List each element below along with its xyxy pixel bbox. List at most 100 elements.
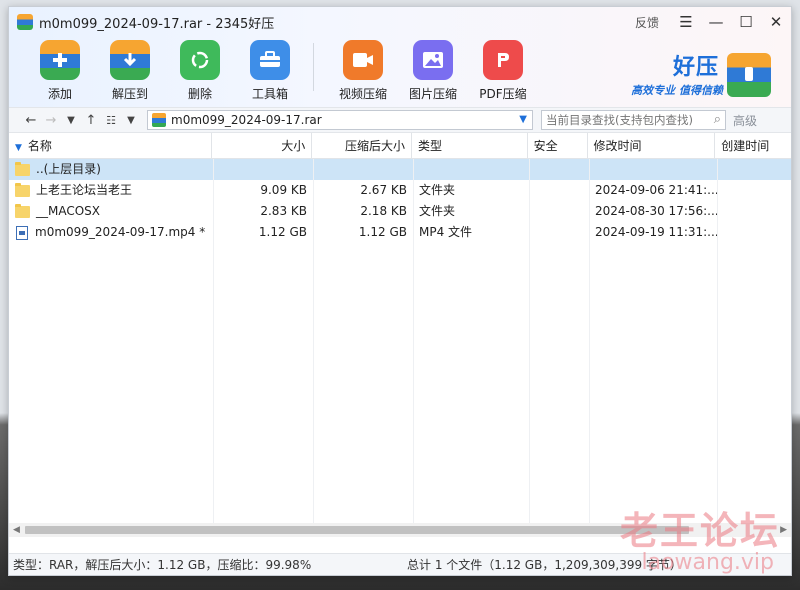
path-field[interactable]: m0m099_2024-09-17.rar ▼ xyxy=(147,110,533,130)
path-text: m0m099_2024-09-17.rar xyxy=(171,113,322,127)
scrollbar-thumb[interactable] xyxy=(25,526,689,534)
type-cell xyxy=(413,159,529,180)
file-name: ..(上层目录) xyxy=(36,162,101,176)
column-size[interactable]: 大小 xyxy=(212,132,313,159)
menu-icon[interactable]: ☰ xyxy=(671,7,701,37)
tools-label: 工具箱 xyxy=(251,87,288,101)
list-item[interactable]: m0m099_2024-09-17.mp4 * 1.12 GB 1.12 GB … xyxy=(9,222,791,243)
total-info: 总计 1 个文件（1.12 GB，1,209,309,399 字节） xyxy=(407,558,682,572)
column-packed-size[interactable]: 压缩后大小 xyxy=(312,132,412,159)
horizontal-scrollbar[interactable]: ◀ ▶ xyxy=(9,523,791,537)
feedback-link[interactable]: 反馈 xyxy=(635,14,659,31)
column-name[interactable]: ▼ 名称 xyxy=(9,132,213,159)
name-cell: 上老王论坛当老王 xyxy=(9,180,213,201)
video-compress-label: 视频压缩 xyxy=(338,87,387,101)
column-name-label: 名称 xyxy=(27,138,52,153)
pdf-compress-label: PDF压缩 xyxy=(479,87,527,101)
image-compress-icon xyxy=(413,40,453,80)
modified-cell xyxy=(589,159,717,180)
column-header: ▼ 名称 大小 压缩后大小 类型 安全 修改时间 创建时间 xyxy=(9,132,791,159)
column-modified[interactable]: 修改时间 xyxy=(588,132,716,159)
list-item-parent[interactable]: ..(上层目录) xyxy=(9,159,791,180)
extract-icon xyxy=(110,40,150,80)
minimize-icon[interactable]: — xyxy=(701,7,731,37)
security-cell xyxy=(529,159,589,180)
window-controls: 反馈 ☰ — ☐ ✕ xyxy=(635,7,791,37)
column-divider xyxy=(413,159,414,523)
pdf-compress-icon xyxy=(483,40,523,80)
scroll-left-icon[interactable]: ◀ xyxy=(13,523,20,537)
modified-cell: 2024-09-19 11:31:... xyxy=(595,225,717,239)
video-file-icon xyxy=(16,225,28,240)
add-button[interactable]: 添加 xyxy=(25,37,95,102)
image-compress-label: 图片压缩 xyxy=(408,87,457,101)
brand-slogan: 高效专业 值得信赖 xyxy=(631,84,723,97)
list-item[interactable]: 上老王论坛当老王 9.09 KB 2.67 KB 文件夹 2024-09-06 … xyxy=(9,180,791,201)
forward-arrow-icon[interactable]: → xyxy=(41,109,61,131)
image-compress-button[interactable]: 图片压缩 xyxy=(398,37,468,102)
security-cell xyxy=(529,201,589,222)
title-bar: m0m099_2024-09-17.rar - 2345好压 反馈 ☰ — ☐ … xyxy=(9,7,791,37)
history-dropdown-icon[interactable]: ▼ xyxy=(61,109,81,131)
add-label: 添加 xyxy=(47,87,72,101)
pdf-compress-button[interactable]: PDF压缩 xyxy=(468,37,538,102)
search-input[interactable] xyxy=(542,111,697,129)
video-compress-icon xyxy=(343,40,383,80)
type-cell: MP4 文件 xyxy=(419,225,473,239)
maximize-icon[interactable]: ☐ xyxy=(731,7,761,37)
size-cell: 2.83 KB xyxy=(260,204,307,218)
path-dropdown-icon[interactable]: ▼ xyxy=(519,114,527,125)
column-divider xyxy=(529,159,530,523)
column-divider xyxy=(717,159,718,523)
column-type[interactable]: 类型 xyxy=(412,132,528,159)
toolbar-separator xyxy=(313,43,314,91)
extract-button[interactable]: 解压到 xyxy=(95,37,165,102)
tools-button[interactable]: 工具箱 xyxy=(235,37,305,102)
scroll-right-icon[interactable]: ▶ xyxy=(780,523,787,537)
type-cell: 文件夹 xyxy=(419,183,456,197)
folder-icon xyxy=(15,203,30,218)
back-arrow-icon[interactable]: ← xyxy=(21,109,41,131)
packed-cell: 2.67 KB xyxy=(360,183,407,197)
add-archive-icon xyxy=(40,40,80,80)
column-divider xyxy=(213,159,214,523)
size-cell: 9.09 KB xyxy=(260,183,307,197)
close-icon[interactable]: ✕ xyxy=(761,7,791,37)
header: m0m099_2024-09-17.rar - 2345好压 反馈 ☰ — ☐ … xyxy=(9,7,791,107)
archive-info: 类型：RAR，解压后大小：1.12 GB，压缩比：99.98% xyxy=(13,558,312,572)
column-divider xyxy=(589,159,590,523)
address-bar: ← → ▼ ↑ ☷ ▼ m0m099_2024-09-17.rar ▼ ⌕ 高级 xyxy=(9,107,791,133)
security-cell xyxy=(529,180,589,201)
file-name: 上老王论坛当老王 xyxy=(36,183,133,197)
up-arrow-icon[interactable]: ↑ xyxy=(81,109,101,131)
list-item[interactable]: __MACOSX 2.83 KB 2.18 KB 文件夹 2024-08-30 … xyxy=(9,201,791,222)
modified-cell: 2024-08-30 17:56:... xyxy=(595,204,717,218)
file-name: __MACOSX xyxy=(36,204,101,218)
delete-button[interactable]: 删除 xyxy=(165,37,235,102)
extract-label: 解压到 xyxy=(111,87,148,101)
video-compress-button[interactable]: 视频压缩 xyxy=(328,37,398,102)
view-mode-dropdown-icon[interactable]: ▼ xyxy=(121,109,141,131)
advanced-search-link[interactable]: 高级 xyxy=(733,112,757,129)
modified-cell: 2024-09-06 21:41:... xyxy=(595,183,717,197)
search-field[interactable]: ⌕ xyxy=(541,110,726,130)
packed-cell: 1.12 GB xyxy=(358,225,407,239)
file-list: ▼ 名称 大小 压缩后大小 类型 安全 修改时间 创建时间 ..(上层目录) 上老… xyxy=(9,132,791,537)
brand-name: 好压 xyxy=(672,55,719,80)
name-cell: m0m099_2024-09-17.mp4 * xyxy=(9,222,213,243)
rar-file-icon xyxy=(152,113,166,127)
packed-cell xyxy=(313,159,413,180)
column-divider xyxy=(313,159,314,523)
search-icon[interactable]: ⌕ xyxy=(714,112,721,127)
file-name: m0m099_2024-09-17.mp4 * xyxy=(35,225,206,239)
app-window: m0m099_2024-09-17.rar - 2345好压 反馈 ☰ — ☐ … xyxy=(8,6,792,576)
size-cell xyxy=(213,159,313,180)
folder-icon xyxy=(15,182,30,197)
type-cell: 文件夹 xyxy=(419,204,456,218)
name-cell: __MACOSX xyxy=(9,201,213,222)
column-created[interactable]: 创建时间 xyxy=(715,133,791,159)
view-mode-icon[interactable]: ☷ xyxy=(101,109,121,131)
status-bar: 类型：RAR，解压后大小：1.12 GB，压缩比：99.98% 总计 1 个文件… xyxy=(9,553,791,575)
security-cell xyxy=(529,222,589,243)
column-security[interactable]: 安全 xyxy=(528,132,588,159)
